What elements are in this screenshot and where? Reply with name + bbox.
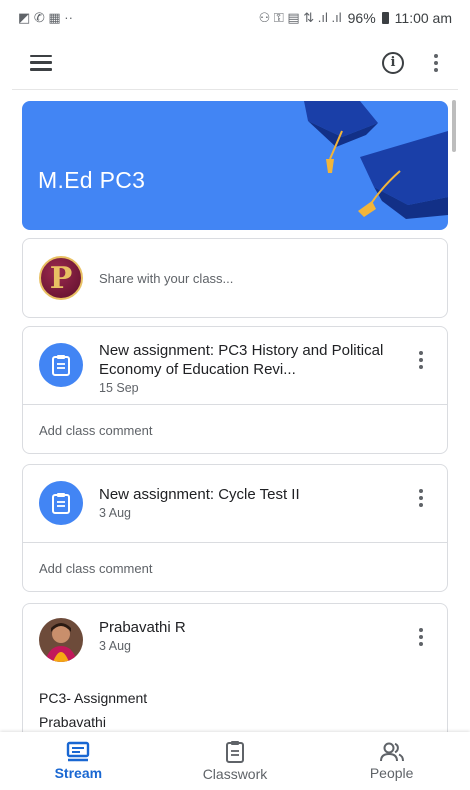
post-line: PC3- Assignment (39, 690, 148, 706)
assignment-icon (39, 343, 83, 387)
assignment-card[interactable]: New assignment: PC3 History and Politica… (22, 326, 448, 454)
post-title: New assignment: PC3 History and Politica… (99, 342, 384, 378)
share-input[interactable]: Share with your class... (99, 271, 233, 286)
clock: 11:00 am (394, 10, 452, 26)
app-bar: i (12, 36, 458, 90)
status-right: ⚇ ⚿ ▤ ⇅ .ıl .ıl 96% 11:00 am (259, 10, 452, 26)
bottom-navigation: Stream Classwork People (0, 732, 470, 790)
classwork-icon (225, 741, 244, 763)
post-title: New assignment: Cycle Test II (99, 486, 300, 503)
author-name: Prabavathi R (99, 619, 186, 636)
battery-icon (381, 12, 389, 24)
author-avatar (39, 618, 83, 662)
post-date: 3 Aug (99, 506, 131, 520)
nav-stream[interactable]: Stream (18, 741, 138, 781)
more-options-icon[interactable] (430, 52, 442, 74)
add-comment-button[interactable]: Add class comment (23, 404, 447, 456)
post-header[interactable]: New assignment: PC3 History and Politica… (23, 327, 447, 404)
signal-icons: ⚇ ⚿ ▤ ⇅ .ıl .ıl (258, 10, 342, 25)
post-date: 3 Aug (99, 639, 131, 653)
class-banner: M.Ed PC3 (22, 101, 448, 230)
graduation-cap-illustration (304, 101, 448, 219)
status-bar: ◩ ✆ ▦ ·· ⚇ ⚿ ▤ ⇅ .ıl .ıl 96% 11:00 am (0, 0, 470, 36)
stream-icon (67, 741, 90, 762)
post-body: PC3- Assignment Prabavathi (23, 672, 447, 734)
info-icon[interactable]: i (382, 51, 404, 74)
scrollbar[interactable] (452, 100, 456, 152)
add-comment-button[interactable]: Add class comment (23, 542, 447, 594)
assignment-card[interactable]: New assignment: Cycle Test II 3 Aug Add … (22, 464, 448, 592)
assignment-icon (39, 481, 83, 525)
notification-icons: ◩ ✆ ▦ ·· (18, 10, 73, 25)
post-line: Prabavathi (39, 714, 106, 730)
user-avatar: P (39, 256, 83, 300)
nav-label: People (369, 765, 414, 781)
post-header[interactable]: Prabavathi R 3 Aug (23, 604, 447, 672)
battery-level: 96% (347, 10, 376, 26)
nav-people[interactable]: People (332, 741, 452, 781)
class-title[interactable]: M.Ed PC3 (38, 167, 145, 194)
nav-label: Stream (54, 765, 103, 781)
post-more-icon[interactable] (415, 487, 427, 509)
status-left: ◩ ✆ ▦ ·· (18, 10, 73, 26)
post-more-icon[interactable] (415, 626, 427, 648)
announcement-card[interactable]: Prabavathi R 3 Aug PC3- Assignment Praba… (22, 603, 448, 743)
menu-icon[interactable] (30, 54, 52, 71)
nav-label: Classwork (202, 766, 268, 782)
share-card[interactable]: P Share with your class... (22, 238, 448, 318)
post-more-icon[interactable] (415, 349, 427, 371)
post-header[interactable]: New assignment: Cycle Test II 3 Aug (23, 465, 447, 542)
post-date: 15 Sep (99, 381, 139, 395)
people-icon (379, 742, 404, 762)
nav-classwork[interactable]: Classwork (175, 740, 295, 782)
